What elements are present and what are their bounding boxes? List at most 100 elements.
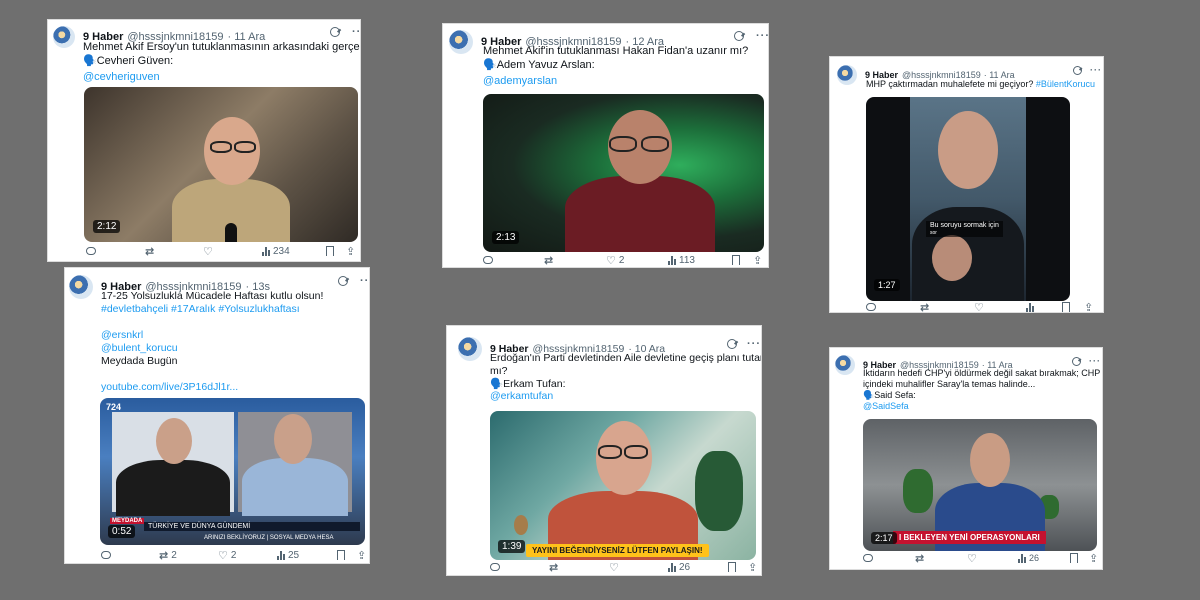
avatar[interactable]	[458, 337, 482, 361]
video-player[interactable]: Bu soruyu sormak için sor 1:27	[866, 97, 1070, 301]
more-icon[interactable]: ···	[747, 338, 761, 350]
reply-button[interactable]	[863, 554, 873, 562]
retweet-button[interactable]: ⇄	[145, 245, 154, 258]
reply-icon	[863, 554, 873, 562]
tweet-line: içindeki muhalifler Saray'la temas halin…	[863, 378, 1036, 389]
retweet-icon: ⇄	[920, 301, 930, 313]
video-player[interactable]: YAYINI BEĞENDİYSENİZ LÜTFEN PAYLAŞIN! 1:…	[490, 411, 756, 560]
more-icon[interactable]: ···	[360, 275, 369, 287]
tweet-card[interactable]: 9 Haber @hsssjnkmni18159 · 10 Ara ··· Er…	[446, 325, 762, 576]
like-button[interactable]: ♡	[967, 552, 977, 565]
reply-button[interactable]	[101, 551, 111, 559]
retweet-button[interactable]: ⇄	[920, 301, 930, 313]
more-icon[interactable]: ···	[756, 30, 768, 42]
share-button[interactable]: ⇪	[346, 245, 355, 258]
avatar[interactable]	[835, 355, 855, 375]
tweet-card[interactable]: 9 Haber @hsssjnkmni18159 · 13s ··· 17-25…	[64, 267, 370, 564]
views-button[interactable]: 26	[668, 562, 690, 573]
bookmark-button[interactable]	[728, 562, 736, 572]
mention-link[interactable]: @cevheriguven	[83, 71, 360, 85]
bookmark-button[interactable]	[326, 246, 334, 256]
grok-icon[interactable]	[330, 27, 340, 37]
hashtags[interactable]: #devletbahçeli #17Aralık #Yolsuzlukhafta…	[101, 303, 323, 316]
more-icon[interactable]: ···	[1090, 65, 1102, 75]
hashtag-link[interactable]: #BülentKorucu	[1036, 79, 1095, 89]
like-count: 2	[230, 549, 237, 561]
external-link[interactable]: youtube.com/live/3P16dJl1r...	[101, 381, 323, 394]
share-button[interactable]: ⇪	[1089, 552, 1098, 565]
share-icon: ⇪	[357, 549, 367, 562]
avatar[interactable]	[53, 26, 75, 48]
retweet-button[interactable]: ⇄	[544, 254, 553, 267]
views-button[interactable]	[1026, 302, 1034, 312]
like-button[interactable]: ♡ 2	[218, 549, 236, 562]
tweet-card[interactable]: 9 Haber @hsssjnkmni18159 · 11 Ara ··· MH…	[829, 56, 1104, 313]
more-icon[interactable]: ···	[1089, 356, 1101, 366]
reply-button[interactable]	[866, 303, 876, 311]
reply-button[interactable]	[490, 563, 500, 571]
plant-decoration	[903, 469, 933, 513]
mention-link[interactable]: @ademyarslan	[483, 75, 748, 89]
like-button[interactable]: ♡	[203, 245, 216, 258]
more-icon[interactable]: ···	[352, 26, 360, 38]
tweet-line: 🗣️Erkam Tufan:	[490, 377, 566, 390]
avatar[interactable]	[837, 65, 857, 85]
grok-icon[interactable]	[1073, 65, 1082, 75]
views-button[interactable]: 113	[668, 255, 695, 266]
views-button[interactable]: 234	[262, 246, 290, 257]
speaker-figure	[970, 433, 1010, 487]
retweet-button[interactable]: ⇄	[915, 552, 924, 565]
video-player[interactable]: 724 MEYDADA TÜRKİYE VE DÜNYA GÜNDEMİ ARI…	[100, 398, 365, 545]
bookmark-button[interactable]	[337, 550, 345, 560]
grok-icon[interactable]	[1072, 356, 1081, 366]
speaker-figure	[242, 458, 348, 516]
glasses	[641, 136, 669, 152]
reply-button[interactable]	[86, 247, 96, 255]
avatar[interactable]	[449, 30, 473, 54]
mention-link[interactable]: @ersnkrl	[101, 329, 323, 342]
like-button[interactable]: ♡	[974, 301, 984, 313]
raised-hand	[932, 235, 972, 281]
tweet-card[interactable]: 9 Haber @hsssjnkmni18159 · 11 Ara ··· İk…	[829, 347, 1103, 570]
grok-icon[interactable]	[727, 339, 737, 349]
reply-icon	[866, 303, 876, 311]
like-icon: ♡	[967, 552, 977, 565]
mention-link[interactable]: @SaidSefa	[863, 401, 1100, 412]
bookmark-button[interactable]	[1070, 553, 1078, 563]
like-button[interactable]: ♡ 2	[606, 254, 624, 267]
grok-icon[interactable]	[734, 31, 744, 41]
video-caption-text: Bu soruyu sormak için	[930, 222, 999, 229]
views-button[interactable]: 26	[1018, 553, 1039, 563]
tweet-line: 🗣️Adem Yavuz Arslan:	[483, 58, 595, 71]
mention-link[interactable]: @bulent_korucu	[101, 342, 323, 355]
share-button[interactable]: ⇪	[1084, 301, 1093, 313]
tweet-card[interactable]: 9 Haber @hsssjnkmni18159 · 12 Ara ··· Me…	[442, 23, 769, 268]
share-button[interactable]: ⇪	[357, 549, 366, 562]
glasses	[624, 445, 648, 459]
video-player[interactable]: 2:13	[483, 94, 764, 252]
retweet-icon: ⇄	[145, 245, 155, 258]
tweet-header-actions: ···	[338, 275, 369, 287]
video-player[interactable]: 2:12	[84, 87, 358, 242]
share-icon: ⇪	[1089, 552, 1099, 565]
retweet-button[interactable]: ⇄	[549, 561, 558, 574]
like-button[interactable]: ♡	[609, 561, 619, 574]
tweet-card[interactable]: 9 Haber @hsssjnkmni18159 · 11 Ara ··· Me…	[47, 19, 361, 262]
video-player[interactable]: I BEKLEYEN YENİ OPERASYONLARI 2:17	[863, 419, 1097, 551]
tweet-line: Erdoğan'ın Parti devletinden Aile devlet…	[490, 352, 762, 364]
view-count: 234	[273, 245, 290, 257]
speaker-figure	[156, 418, 192, 464]
avatar[interactable]	[69, 275, 93, 299]
mention-link[interactable]: @erkamtufan	[490, 390, 761, 403]
bookmark-icon	[728, 562, 736, 572]
bookmark-button[interactable]	[732, 255, 740, 265]
share-button[interactable]: ⇪	[748, 561, 757, 574]
reply-button[interactable]	[483, 256, 493, 264]
grok-icon[interactable]	[338, 276, 348, 286]
bookmark-button[interactable]	[1062, 302, 1070, 312]
views-button[interactable]: 25	[277, 550, 299, 561]
retweet-button[interactable]: ⇄ 2	[159, 549, 177, 562]
speaker-figure	[938, 111, 998, 189]
tweet-text: İktidarın hedefi CHP'yi öldürmek değil s…	[863, 368, 1100, 412]
share-button[interactable]: ⇪	[753, 254, 762, 267]
